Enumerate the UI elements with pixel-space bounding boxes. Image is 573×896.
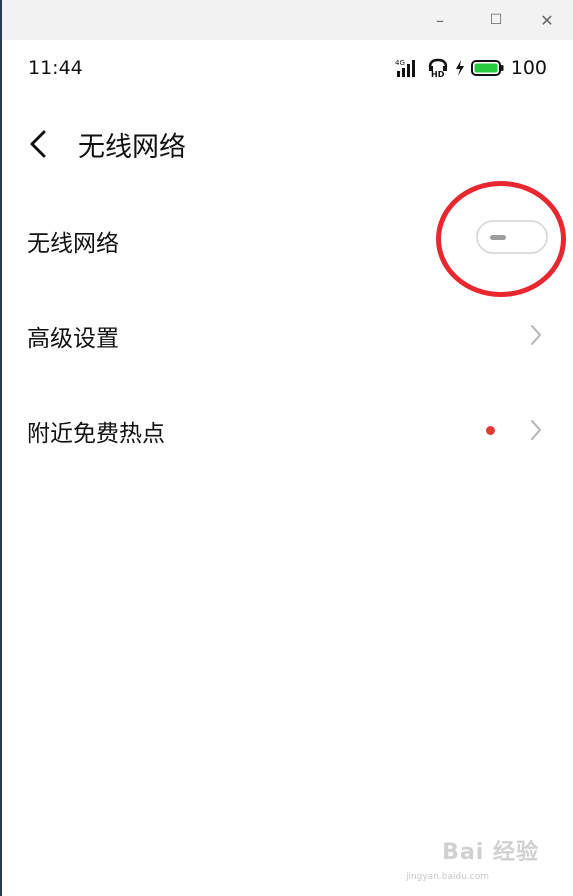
minimize-button[interactable]: – (428, 8, 452, 32)
watermark-url: jingyan.baidu.com (405, 872, 489, 882)
new-badge-dot (486, 426, 495, 435)
watermark-logo: Bai 经验 (442, 840, 539, 865)
page-header: 无线网络 (2, 118, 573, 168)
battery-icon (470, 60, 504, 76)
free-hotspot-label: 附近免费热点 (27, 421, 165, 447)
signal-4g-icon: 4G (395, 59, 415, 77)
wifi-label: 无线网络 (27, 231, 119, 257)
back-arrow-icon[interactable] (24, 124, 54, 164)
hd-call-icon: HD (428, 58, 447, 78)
app-window: – ☐ ✕ 11:44 4G HD 100 无线网络 无线网络 高级设置 附近免… (2, 0, 573, 896)
annotation-circle (436, 181, 566, 297)
chevron-right-icon (531, 325, 541, 345)
status-time: 11:44 (28, 57, 83, 79)
chevron-right-icon (531, 420, 541, 440)
status-bar: 11:44 4G HD 100 (2, 40, 573, 100)
svg-text:4G: 4G (395, 59, 405, 67)
maximize-button[interactable]: ☐ (484, 8, 508, 32)
free-hotspot-row[interactable]: 附近免费热点 (2, 400, 573, 460)
close-button[interactable]: ✕ (535, 8, 559, 32)
advanced-settings-label: 高级设置 (27, 326, 119, 352)
page-title: 无线网络 (78, 132, 186, 163)
battery-percent: 100 (510, 57, 547, 79)
charging-bolt-icon (455, 60, 464, 76)
advanced-settings-row[interactable]: 高级设置 (2, 305, 573, 365)
phone-screen: 11:44 4G HD 100 无线网络 无线网络 高级设置 附近免费热点 (2, 40, 573, 896)
svg-text:HD: HD (431, 70, 445, 78)
status-icons: 4G HD 100 (395, 57, 547, 79)
window-titlebar: – ☐ ✕ (2, 0, 573, 40)
